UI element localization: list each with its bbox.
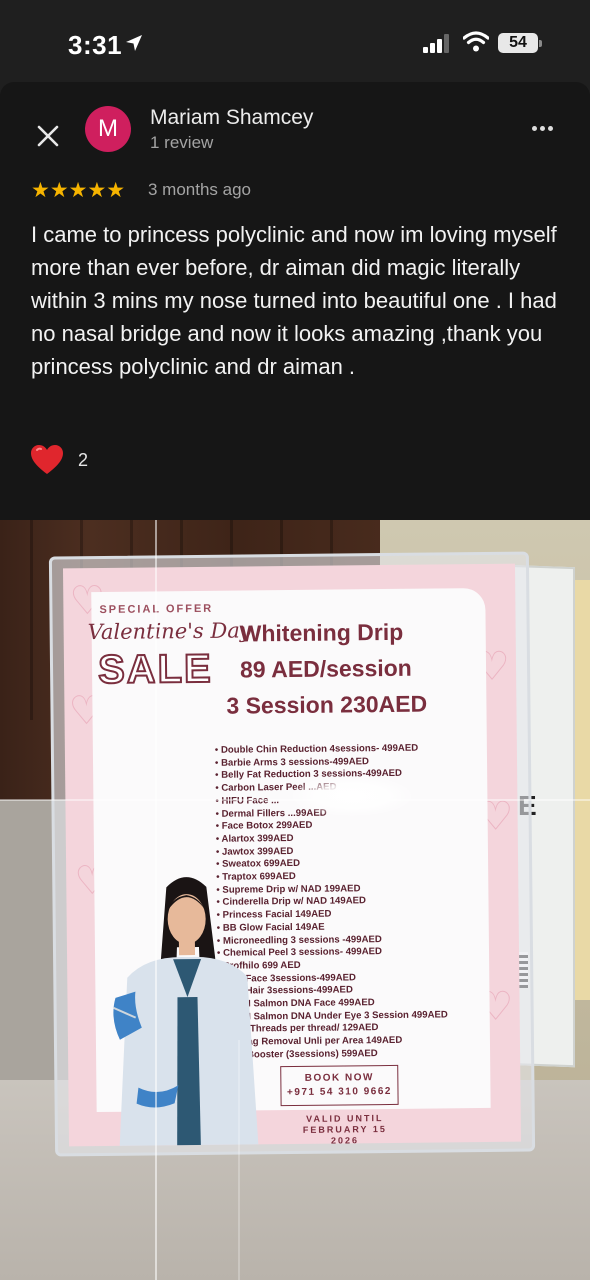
status-bar: 3:31 54 — [0, 0, 590, 82]
reaction-count: 2 — [78, 450, 89, 470]
reaction-button[interactable]: 2 — [30, 442, 110, 478]
star-rating: ★★★★★ — [31, 179, 126, 202]
close-icon — [37, 125, 59, 147]
location-arrow-icon — [124, 33, 144, 58]
review-sheet: M Mariam Shamcey 1 review ★★★★★ 3 months… — [0, 82, 590, 520]
heart-icon — [30, 444, 64, 481]
avatar[interactable]: M — [85, 106, 131, 152]
poster-price-single: 89 AED/session — [239, 654, 412, 683]
service-item: Double Chin Reduction 4sessions- 499AED — [215, 742, 445, 757]
photo-crease — [155, 520, 157, 1280]
review-text: I came to princess polyclinic and now im… — [31, 222, 557, 379]
wifi-icon — [462, 31, 490, 58]
review-photo[interactable]: E ♡ ♡ ♡ ♡ ♡ ♡ SPECIAL OFFER Valentine's … — [0, 520, 590, 1280]
status-time: 3:31 — [68, 30, 123, 60]
more-options-button[interactable] — [524, 116, 560, 140]
review-date: 3 months ago — [148, 180, 252, 199]
photo-crease — [238, 1040, 240, 1280]
photo-crease — [0, 799, 590, 801]
reviewer-review-count: 1 review — [150, 133, 214, 152]
poster-valentines: Valentine's Day — [87, 618, 252, 645]
cellular-signal-icon — [423, 33, 453, 53]
doctor-photo — [113, 877, 260, 1147]
poster-valid: VALID UNTIL FEBRUARY 15 2026 — [289, 1113, 401, 1146]
battery-tip — [539, 40, 542, 47]
poster-phone: +971 54 310 9662 — [286, 1085, 392, 1099]
reviewer-name[interactable]: Mariam Shamcey — [150, 106, 313, 130]
poster-book-now-label: BOOK NOW — [304, 1072, 375, 1084]
poster-price-bundle: 3 Session 230AED — [226, 690, 428, 719]
poster-book-now: BOOK NOW +971 54 310 9662 — [280, 1064, 399, 1107]
poster-headline: Whitening Drip — [239, 618, 404, 647]
close-button[interactable] — [28, 116, 68, 156]
poster-valid-date: FEBRUARY 15 2026 — [302, 1124, 387, 1146]
photo-glare — [292, 776, 412, 816]
promo-poster: ♡ ♡ ♡ ♡ ♡ ♡ SPECIAL OFFER Valentine's Da… — [62, 563, 522, 1147]
battery-icon: 54 — [498, 33, 538, 53]
